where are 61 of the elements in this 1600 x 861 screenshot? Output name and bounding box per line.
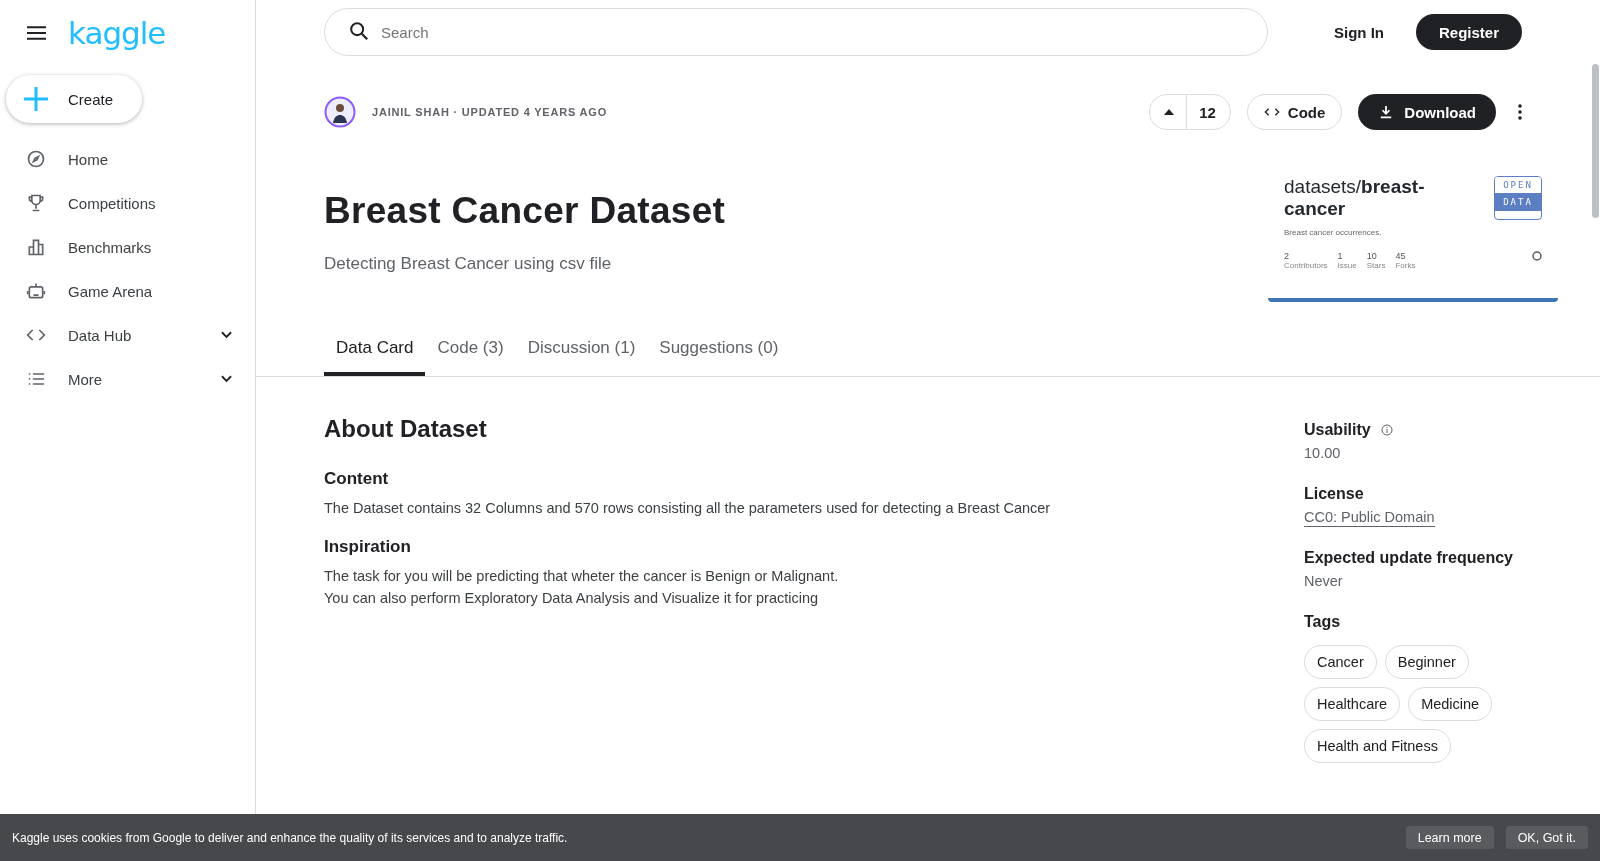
paragraph: The Dataset contains 32 Columns and 570 rows consisting all the parameters used for detecting a Breast Cancer [324, 499, 1052, 518]
paragraph: You can also perform Exploratory Data Analysis and Visualize it for practicing [324, 589, 820, 608]
plus-icon [24, 87, 48, 111]
register-button[interactable]: Register [1415, 14, 1522, 50]
sign-in-button[interactable]: Sign In [1315, 15, 1402, 49]
nav-item[interactable]: Benchmarks [0, 225, 255, 269]
dataset-title: Breast Cancer Dataset [324, 190, 726, 232]
section-heading: About Dataset [324, 415, 488, 443]
stat-count: 10 [1366, 251, 1378, 261]
byline: JAINIL SHAH · UPDATED 4 YEARS AGO [372, 106, 608, 118]
stat-label: Stars [1366, 261, 1386, 270]
bar-chart-icon [26, 237, 46, 257]
usability-score: 10.00 [1304, 445, 1342, 461]
repository-name: datasets/breast-cancer [1284, 176, 1426, 220]
stat-count: 1 [1337, 251, 1344, 261]
license-link[interactable]: CC0: Public Domain [1304, 509, 1435, 527]
frequency-value: Never [1304, 573, 1344, 589]
open-data-badge: OPEN DATA [1494, 176, 1542, 220]
nav-item[interactable]: Home [0, 137, 255, 181]
dataset-subtitle: Detecting Breast Cancer using csv file [324, 254, 613, 274]
nav-item[interactable]: Data Hub [0, 313, 255, 357]
cookie-message: Kaggle uses cookies from Google to deliver and enhance the quality of its services and to analyze traffic. [12, 830, 569, 845]
learn-more-button[interactable]: Learn more [1405, 826, 1494, 849]
tab[interactable]: Discussion (1) [515, 326, 648, 376]
tab[interactable]: Suggestions (0) [647, 326, 791, 376]
scrollbar-thumb[interactable] [1592, 64, 1599, 218]
download-button[interactable]: Download [1358, 94, 1496, 130]
license-label: License [1304, 485, 1364, 503]
usability-label: Usability [1304, 421, 1371, 439]
subsection-heading: Inspiration [324, 537, 412, 557]
robot-icon [26, 281, 46, 301]
search-field[interactable]: Search [324, 8, 1268, 56]
menu-icon[interactable] [27, 26, 46, 40]
upvote-icon [1164, 109, 1175, 115]
nav-item[interactable]: More [0, 357, 255, 401]
repository-description: Breast cancer occurrences. [1284, 228, 1383, 237]
tab[interactable]: Code (3) [425, 326, 516, 376]
avatar-icon[interactable] [324, 96, 356, 128]
code-button[interactable]: Code [1246, 94, 1343, 130]
chevron-down-icon[interactable] [221, 375, 232, 383]
tab[interactable]: Data Card [324, 326, 426, 376]
paragraph: The task for you will be predicting that wheter the cancer is Benign or Malignant. [324, 567, 840, 586]
compass-icon [26, 149, 46, 169]
frequency-label: Expected update frequency [1304, 549, 1513, 567]
search-icon [348, 20, 370, 42]
repository-card[interactable]: datasets/breast-cancer OPEN DATA Breast cancer occurrences. 2 Contributors 1 Issue 10 Stars 45 Forks [1268, 176, 1558, 302]
info-icon[interactable] [1380, 424, 1393, 436]
chevron-down-icon[interactable] [221, 331, 232, 339]
tags-label: Tags [1304, 613, 1341, 631]
trophy-icon [26, 193, 46, 213]
stat-label: Contributors [1284, 261, 1328, 270]
stat-count: 2 [1284, 251, 1290, 261]
more-options-icon[interactable] [1518, 104, 1522, 120]
stat-label: Forks [1395, 261, 1416, 270]
stat-label: Issue [1337, 261, 1357, 270]
stat-count: 45 [1395, 251, 1407, 261]
nav-item[interactable]: Competitions [0, 181, 255, 225]
create-button[interactable]: Create [6, 75, 142, 123]
subsection-heading: Content [324, 469, 390, 489]
nav-item[interactable]: Game Arena [0, 269, 255, 313]
accept-cookies-button[interactable]: OK, Got it. [1505, 826, 1588, 849]
